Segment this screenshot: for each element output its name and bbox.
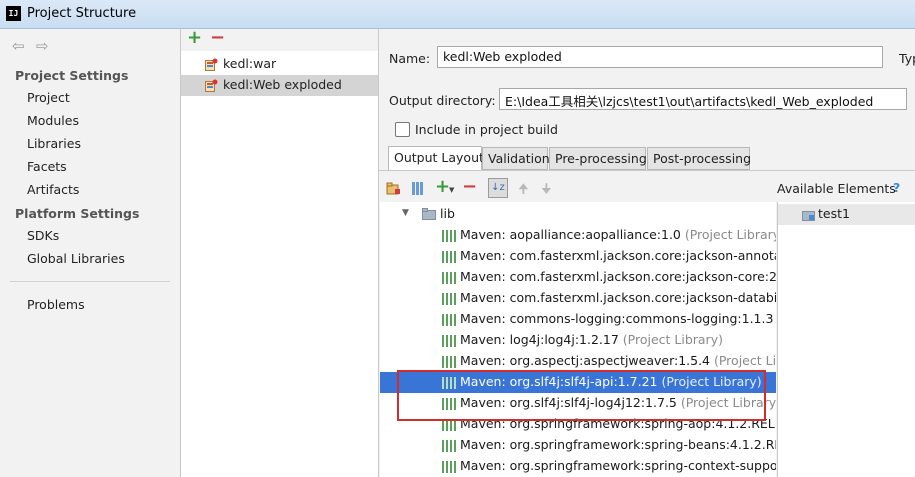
artifacts-toolbar: + − — [181, 27, 378, 51]
library-icon — [442, 251, 456, 263]
tab-divider — [379, 170, 915, 171]
tree-item[interactable]: Maven: org.springframework:spring-contex… — [380, 456, 776, 477]
tab-post-processing[interactable]: Post-processing — [647, 147, 751, 170]
output-directory-field[interactable]: E:\Idea工具相关\lzjcs\test1\out\artifacts\ke… — [499, 88, 907, 110]
back-arrow-icon[interactable]: ⇦ — [12, 37, 25, 55]
library-icon — [442, 230, 456, 242]
library-name: Maven: log4j:log4j:1.2.17 — [460, 332, 619, 347]
artifact-item-selected[interactable]: kedl:Web exploded — [181, 75, 378, 96]
tree-item-label: Maven: log4j:log4j:1.2.17 (Project Libra… — [460, 332, 723, 347]
library-icon — [442, 272, 456, 284]
library-name: Maven: com.fasterxml.jackson.core:jackso… — [460, 290, 776, 305]
folder-icon — [422, 208, 436, 220]
library-scope: (Project Library) — [680, 227, 776, 242]
remove-artifact-icon[interactable]: − — [210, 27, 225, 48]
sidebar-item-problems[interactable]: Problems — [27, 297, 85, 312]
folder-label: lib — [440, 206, 455, 221]
available-item[interactable]: test1 — [778, 204, 915, 225]
archive-icon[interactable] — [411, 181, 424, 196]
war-artifact-icon — [205, 58, 218, 71]
tree-item[interactable]: Maven: com.fasterxml.jackson.core:jackso… — [380, 288, 776, 309]
library-icon — [442, 356, 456, 368]
library-name: Maven: org.springframework:spring-beans:… — [460, 437, 776, 452]
move-down-icon[interactable]: 🠋 — [541, 180, 552, 202]
tree-item-label: Maven: com.fasterxml.jackson.core:jackso… — [460, 269, 776, 284]
library-name: Maven: aopalliance:aopalliance:1.0 — [460, 227, 681, 242]
library-icon — [442, 461, 456, 473]
output-directory-label: Output directory: — [389, 93, 496, 108]
tab-pre-processing[interactable]: Pre-processing — [549, 147, 647, 170]
tree-item[interactable]: Maven: aopalliance:aopalliance:1.0 (Proj… — [380, 225, 776, 246]
intellij-logo-icon: IJ — [6, 6, 21, 21]
tree-item-label: Maven: com.fasterxml.jackson.core:jackso… — [460, 290, 776, 305]
include-build-label: Include in project build — [415, 122, 558, 137]
library-name: Maven: com.fasterxml.jackson.core:jackso… — [460, 248, 776, 263]
available-elements-label: Available Elements — [777, 181, 896, 196]
window-title: Project Structure — [27, 6, 137, 21]
tab-validation[interactable]: Validation — [482, 147, 550, 170]
dropdown-chevron-icon[interactable]: ▼ — [449, 186, 454, 194]
tree-item-label: Maven: org.aspectj:aspectjweaver:1.5.4 (… — [460, 353, 776, 368]
sidebar-divider — [10, 281, 170, 282]
artifact-label: kedl:war — [223, 56, 277, 71]
library-name: Maven: org.springframework:spring-contex… — [460, 458, 776, 473]
help-icon[interactable]: ? — [893, 180, 900, 195]
settings-sidebar: ⇦ ⇨ Project Settings Project Modules Lib… — [0, 29, 181, 477]
name-label: Name: — [389, 51, 431, 66]
available-item-label: test1 — [818, 206, 850, 221]
library-name: Maven: org.aspectj:aspectjweaver:1.5.4 — [460, 353, 711, 368]
sidebar-item-modules[interactable]: Modules — [27, 113, 79, 128]
library-icon — [442, 440, 456, 452]
artifact-item[interactable]: kedl:war — [181, 54, 378, 75]
tree-root-lib[interactable]: ▼ lib — [380, 204, 776, 225]
library-icon — [442, 314, 456, 326]
tab-output-layout[interactable]: Output Layout — [388, 146, 484, 171]
tree-item[interactable]: Maven: log4j:log4j:1.2.17 (Project Libra… — [380, 330, 776, 351]
forward-arrow-icon[interactable]: ⇨ — [36, 37, 49, 55]
sidebar-item-libraries[interactable]: Libraries — [27, 136, 81, 151]
tree-item[interactable]: Maven: org.springframework:spring-beans:… — [380, 435, 776, 456]
library-name: Maven: com.fasterxml.jackson.core:jackso… — [460, 269, 776, 284]
library-icon — [442, 293, 456, 305]
title-bar: IJ Project Structure — [0, 0, 915, 29]
tree-item-label: Maven: org.springframework:spring-beans:… — [460, 437, 776, 452]
expand-arrow-icon[interactable]: ▼ — [402, 208, 409, 218]
platform-settings-heading: Platform Settings — [15, 206, 140, 221]
add-artifact-icon[interactable]: + — [187, 27, 202, 48]
artifacts-list-panel: + − kedl:war kedl:Web exploded — [181, 27, 379, 477]
sidebar-item-global-libraries[interactable]: Global Libraries — [27, 251, 125, 266]
add-element-icon[interactable]: + — [435, 176, 450, 197]
project-settings-heading: Project Settings — [15, 68, 129, 83]
artifact-label: kedl:Web exploded — [223, 77, 342, 92]
tree-item[interactable]: Maven: org.aspectj:aspectjweaver:1.5.4 (… — [380, 351, 776, 372]
tree-item-label: Maven: org.springframework:spring-contex… — [460, 458, 776, 473]
tree-item-label: Maven: com.fasterxml.jackson.core:jackso… — [460, 248, 776, 263]
sort-elements-icon[interactable]: ↓z — [488, 178, 508, 198]
output-layout-tree: ▼ lib Maven: aopalliance:aopalliance:1.0… — [380, 202, 776, 477]
remove-element-icon[interactable]: − — [462, 176, 477, 197]
highlight-box — [397, 370, 766, 421]
exploded-artifact-icon — [205, 79, 218, 92]
sidebar-item-sdks[interactable]: SDKs — [27, 228, 59, 243]
sidebar-item-project[interactable]: Project — [27, 90, 70, 105]
include-build-checkbox[interactable] — [395, 122, 410, 137]
tree-item-label: Maven: commons-logging:commons-logging:1… — [460, 311, 776, 326]
tree-item[interactable]: Maven: com.fasterxml.jackson.core:jackso… — [380, 267, 776, 288]
tree-item-label: Maven: aopalliance:aopalliance:1.0 (Proj… — [460, 227, 776, 242]
library-scope: (Project Library) — [618, 332, 723, 347]
sidebar-item-artifacts[interactable]: Artifacts — [27, 182, 79, 197]
name-field[interactable]: kedl:Web exploded — [437, 46, 883, 68]
library-name: Maven: commons-logging:commons-logging:1… — [460, 311, 774, 326]
library-icon — [442, 335, 456, 347]
available-elements-panel: test1 — [777, 202, 915, 477]
module-folder-icon — [802, 211, 815, 221]
library-scope: (Pro — [773, 311, 776, 326]
tree-item[interactable]: Maven: commons-logging:commons-logging:1… — [380, 309, 776, 330]
type-label: Typ — [899, 51, 915, 66]
sidebar-item-facets[interactable]: Facets — [27, 159, 67, 174]
library-scope: (Project Library — [713, 353, 776, 368]
create-directory-icon[interactable] — [386, 181, 401, 196]
tree-item[interactable]: Maven: com.fasterxml.jackson.core:jackso… — [380, 246, 776, 267]
move-up-icon[interactable]: 🠉 — [518, 180, 529, 202]
